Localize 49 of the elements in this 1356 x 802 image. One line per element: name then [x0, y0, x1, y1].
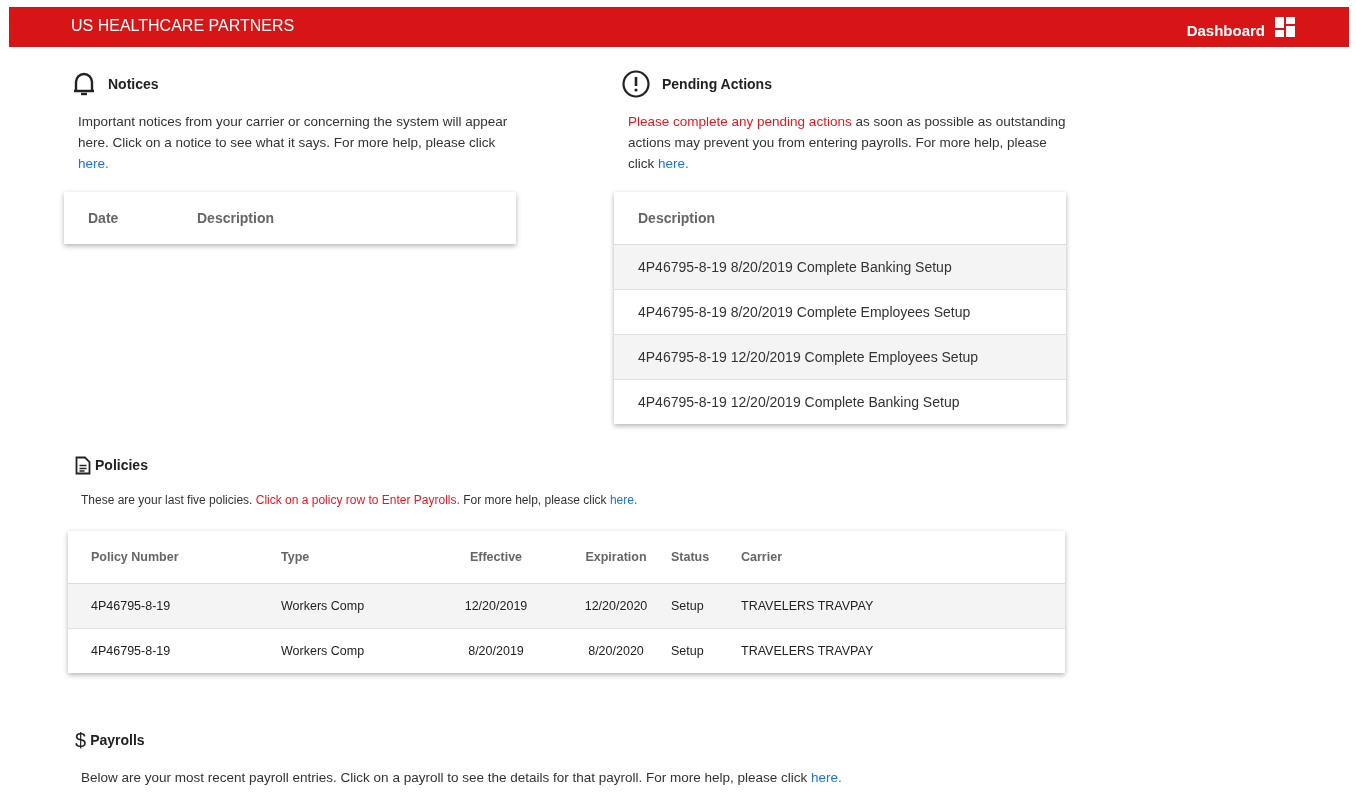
table-cell-text: 12/20/2020	[583, 599, 649, 613]
column-header: Description	[637, 210, 715, 226]
column-header: Type	[281, 550, 311, 564]
policy-row[interactable]: 4P46795-8-19 Workers Comp 8/20/2019 8/20/2020 Setup TRAVELERS TRAVPAY	[68, 629, 1065, 673]
column-header: Expiration	[584, 550, 648, 564]
column-header: Carrier	[741, 550, 783, 564]
table-cell-text: Setup	[671, 644, 705, 658]
section-title: Notices	[108, 76, 159, 92]
section-title: Pending Actions	[662, 76, 772, 92]
table-cell-text: 4P46795-8-19	[91, 599, 172, 613]
pending-action-row[interactable]: 4P46795-8-19 8/20/2019 Complete Banking Setup	[614, 245, 1066, 290]
column-header: Policy Number	[91, 550, 180, 564]
column-header: Date	[87, 210, 120, 226]
table-cell-text: Workers Comp	[281, 644, 366, 658]
pending-action-row[interactable]: 4P46795-8-19 12/20/2019 Complete Employees Setup	[614, 335, 1066, 380]
column-header: Status	[671, 550, 711, 564]
exclamation-icon	[622, 70, 650, 98]
help-link[interactable]: here.	[609, 493, 638, 507]
table-cell-text: TRAVELERS TRAVPAY	[741, 599, 875, 613]
grid-icon[interactable]	[1275, 17, 1295, 37]
table-cell-text: 12/20/2019	[463, 599, 529, 613]
dashboard-link[interactable]: Dashboard	[1186, 21, 1265, 39]
bell-icon	[72, 71, 96, 97]
help-link[interactable]: here.	[811, 770, 842, 785]
policy-row[interactable]: 4P46795-8-19 Workers Comp 12/20/2019 12/20/2020 Setup TRAVELERS TRAVPAY	[68, 584, 1065, 629]
table-cell-text: 4P46795-8-19	[91, 644, 172, 658]
column-header: Description	[197, 210, 274, 226]
pending-action-row[interactable]: 4P46795-8-19 12/20/2019 Complete Banking Setup	[614, 380, 1066, 424]
column-header: Effective	[468, 550, 524, 564]
table-cell-text: TRAVELERS TRAVPAY	[741, 644, 875, 658]
table-cell-text: 4P46795-8-19 12/20/2019 Complete Banking Setup	[637, 394, 960, 410]
table-cell-text: 4P46795-8-19 12/20/2019 Complete Employees Setup	[637, 349, 979, 365]
notices-description: Important notices from your carrier or concerning the system will appear here. Click on a notice to see what it says. For more help, please click here.	[78, 113, 509, 173]
policies-description: These are your last five policies. Click on a policy row to Enter Payrolls. For more help, please click here.	[81, 492, 639, 509]
pending-actions-description: Please complete any pending actions as soon as possible as outstanding actions may prevent you from entering payrolls. For more help, please click here.	[628, 113, 1067, 173]
help-link[interactable]: here.	[658, 156, 689, 171]
table-cell-text: Setup	[671, 599, 705, 613]
document-icon	[75, 455, 91, 475]
table-cell-text: 4P46795-8-19 8/20/2019 Complete Employees Setup	[637, 304, 971, 320]
payrolls-description: Below are your most recent payroll entries. Click on a payroll to see the details for that payroll. For more help, please click here.	[81, 769, 843, 787]
help-link[interactable]: here.	[78, 156, 109, 171]
table-cell-text: 4P46795-8-19 8/20/2019 Complete Banking Setup	[637, 259, 952, 275]
section-title: Policies	[95, 457, 148, 473]
app-title: US HEALTHCARE PARTNERS	[71, 16, 296, 35]
table-cell-text: 8/20/2020	[587, 644, 645, 658]
dollar-icon: $	[75, 728, 87, 752]
table-cell-text: Workers Comp	[281, 599, 366, 613]
table-cell-text: 8/20/2019	[467, 644, 525, 658]
section-title: Payrolls	[90, 732, 145, 748]
